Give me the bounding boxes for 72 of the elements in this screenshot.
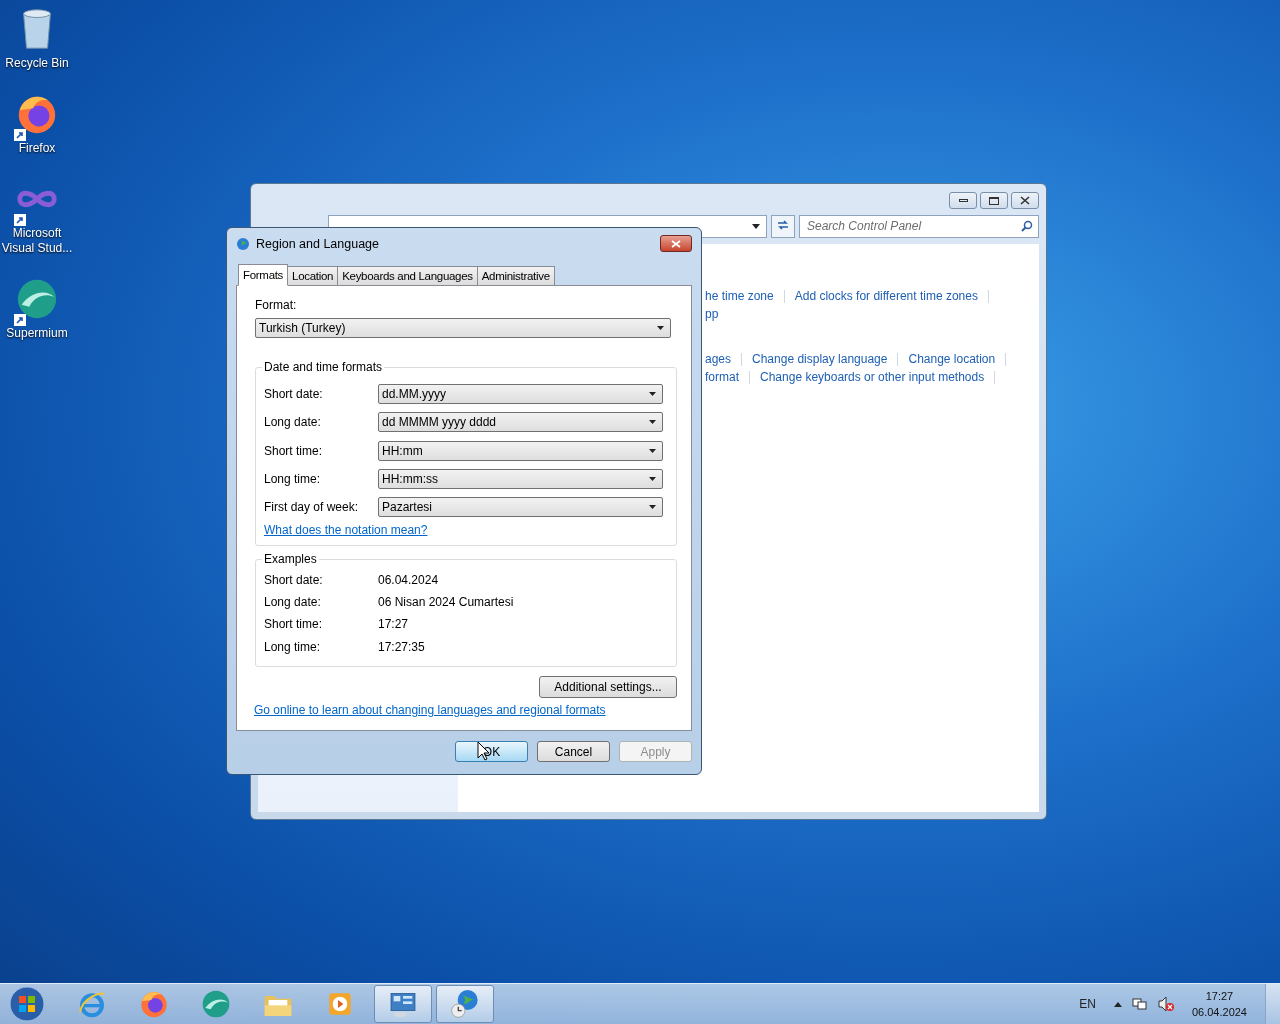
network-icon[interactable] — [1131, 996, 1148, 1012]
search-field[interactable]: Search Control Panel — [799, 214, 1039, 238]
format-dropdown[interactable]: dd.MM.yyyy — [378, 384, 663, 405]
field-label: First day of week: — [264, 500, 360, 515]
format-dropdown[interactable]: Turkish (Turkey) — [255, 318, 671, 338]
online-help-link[interactable]: Go online to learn about changing languages and regional formats — [254, 703, 606, 718]
group-title: Date and time formats — [263, 360, 384, 374]
taskbar-window-button[interactable] — [436, 985, 494, 1023]
group-title: Examples — [263, 552, 318, 567]
close-icon — [671, 239, 681, 248]
format-dropdown[interactable]: HH:mm — [378, 440, 663, 461]
language-indicator[interactable]: EN — [1079, 997, 1096, 1011]
clock-date: 06.04.2024 — [1191, 1005, 1247, 1020]
example-value: 17:27:35 — [378, 639, 425, 654]
task-link[interactable]: Change display language — [752, 352, 888, 366]
format-dropdown[interactable]: dd MMMM yyyy dddd — [378, 412, 663, 433]
desktop-icon-label[interactable]: Firefox — [18, 141, 56, 156]
dropdown-arrow-icon — [752, 223, 760, 229]
globe-clock-icon — [449, 988, 481, 1020]
field-label: Short time: — [264, 443, 324, 458]
field-label: Long date: — [264, 415, 322, 430]
example-value: 17:27 — [378, 617, 409, 632]
minimize-button[interactable] — [949, 192, 977, 209]
example-value: 06.04.2024 — [378, 572, 439, 587]
tab[interactable]: Administrative — [476, 266, 555, 285]
tab[interactable]: Keyboards and Languages — [337, 266, 478, 285]
close-button[interactable] — [1011, 192, 1039, 209]
format-dropdown[interactable]: HH:mm:ss — [378, 469, 663, 490]
example-value: 06 Nisan 2024 Cumartesi — [378, 595, 514, 610]
taskbar-window-button[interactable] — [374, 985, 432, 1023]
desktop-icon-label[interactable]: Recycle Bin — [5, 56, 69, 71]
example-label: Long time: — [264, 639, 322, 654]
dropdown-arrow-icon — [649, 505, 656, 510]
dropdown-arrow-icon — [649, 420, 656, 425]
example-label: Short time: — [264, 617, 324, 632]
refresh-icon — [776, 218, 790, 231]
desktop-icon-label[interactable]: Microsoft Visual Stud... — [0, 226, 74, 256]
search-icon — [1021, 219, 1033, 232]
dropdown-arrow-icon — [649, 477, 656, 482]
dropdown-arrow-icon — [649, 448, 656, 453]
example-label: Short date: — [264, 572, 324, 587]
dialog-button[interactable]: Cancel — [537, 741, 610, 762]
example-label: Long date: — [264, 595, 322, 610]
tab[interactable]: Location — [287, 266, 339, 285]
close-icon — [1020, 196, 1030, 205]
up-arrow-icon[interactable] — [1113, 1001, 1122, 1007]
task-link[interactable]: format — [705, 370, 739, 384]
format-label: Format: — [255, 298, 298, 313]
help-link[interactable]: What does the notation mean? — [264, 523, 428, 538]
field-label: Short date: — [264, 387, 324, 402]
task-link[interactable]: Change location — [908, 352, 996, 366]
task-link[interactable]: Add clocks for different time zones — [794, 289, 978, 303]
field-label: Long time: — [264, 472, 322, 487]
format-dropdown[interactable]: Pazartesi — [378, 497, 663, 518]
tab[interactable]: Formats — [238, 264, 289, 286]
desktop-icon-label[interactable]: Supermium — [6, 326, 68, 341]
task-link[interactable]: pp — [705, 307, 719, 321]
task-link[interactable]: ages — [705, 352, 732, 366]
close-button[interactable] — [660, 235, 692, 252]
clock-time: 17:27 — [1205, 989, 1234, 1004]
dropdown-arrow-icon — [649, 392, 656, 397]
sphere-icon — [200, 988, 232, 1020]
dropdown-arrow-icon — [657, 326, 664, 330]
muted-speaker-icon[interactable] — [1157, 996, 1174, 1012]
maximize-button[interactable] — [980, 192, 1008, 209]
clock[interactable]: 17:27 06.04.2024 — [1191, 988, 1247, 1020]
refresh-button[interactable] — [771, 214, 795, 238]
dialog-title: Region and Language — [256, 236, 381, 251]
globe-icon — [236, 236, 250, 251]
additional-settings-button[interactable]: Additional settings... — [539, 676, 677, 699]
task-link[interactable]: Change keyboards or other input methods — [760, 370, 985, 384]
task-link[interactable]: he time zone — [705, 289, 774, 303]
